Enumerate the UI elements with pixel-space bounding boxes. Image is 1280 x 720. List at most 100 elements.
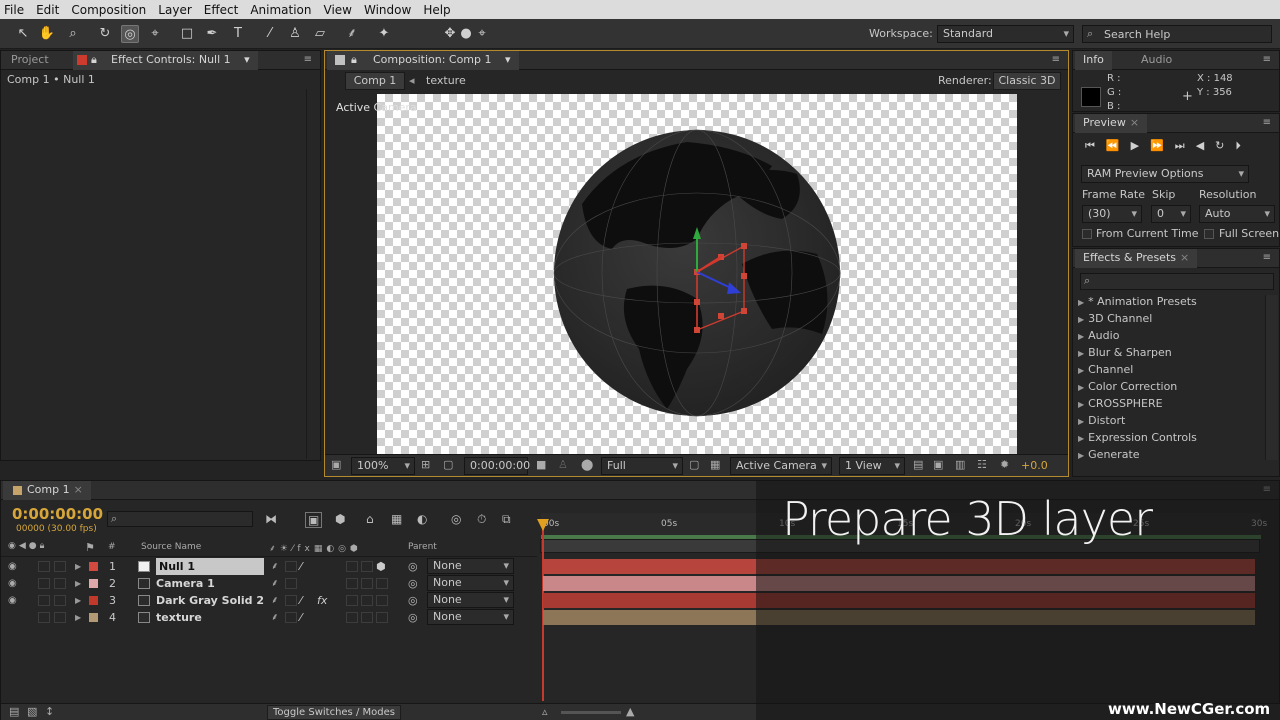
zoom-in-icon[interactable]: ▲	[626, 705, 634, 718]
lock-icon[interactable]: 🔒︎	[91, 51, 97, 69]
motion-blur-icon[interactable]: ◐	[417, 512, 427, 526]
pickwhip-icon[interactable]: ◎	[408, 575, 418, 592]
mute-audio-icon[interactable]: ◀	[1196, 139, 1215, 152]
graph-editor-icon[interactable]: ⧉	[502, 512, 511, 527]
tab-project[interactable]: Project	[3, 51, 57, 70]
lock-switch[interactable]	[54, 612, 66, 623]
panel-menu-icon[interactable]: ≡	[1263, 252, 1271, 263]
effects-item[interactable]: ▶ Expression Controls	[1078, 431, 1197, 444]
rotate-tool-icon[interactable]: ↻	[96, 25, 114, 43]
chevron-down-icon[interactable]: ▾	[505, 53, 511, 66]
transparency-grid-icon[interactable]: ▦	[710, 458, 720, 471]
effects-item[interactable]: ▶ Audio	[1078, 329, 1119, 342]
rectangle-tool-icon[interactable]: □	[178, 25, 196, 43]
pickwhip-icon[interactable]: ◎	[408, 609, 418, 626]
play-icon[interactable]: ▶	[1131, 139, 1150, 152]
selection-tool-icon[interactable]: ↖	[14, 25, 32, 43]
eye-icon[interactable]: ◉	[8, 558, 17, 575]
from-current-time-checkbox[interactable]	[1082, 229, 1092, 239]
adjustment-switch[interactable]	[361, 578, 373, 589]
hand-tool-icon[interactable]: ✋	[38, 25, 56, 43]
timeline-timecode[interactable]: 0:00:00:00	[12, 505, 103, 523]
solo-switch[interactable]	[38, 595, 50, 606]
loop-icon[interactable]: ↻	[1215, 139, 1235, 152]
color-channel-icon[interactable]: ⬤	[581, 458, 593, 471]
tab-composition[interactable]: 🔒︎ Composition: Comp 1 ▾	[327, 51, 519, 70]
layer-row[interactable]: ▶ 4 texture ⸙ ⁄ ◎ None	[1, 609, 537, 626]
current-time-field[interactable]: 0:00:00:00	[464, 457, 530, 475]
chevron-down-icon[interactable]: ▾	[244, 53, 250, 66]
quality-switch-icon[interactable]: ⁄	[300, 558, 302, 575]
close-icon[interactable]: ×	[1130, 116, 1139, 129]
effects-item[interactable]: ▶ Generate	[1078, 448, 1140, 461]
shy-layers-icon[interactable]: ⌂	[366, 512, 374, 526]
tab-comp1[interactable]: Comp 1 ×	[3, 481, 91, 500]
next-frame-icon[interactable]: ⏩	[1150, 139, 1175, 152]
previous-frame-icon[interactable]: ⏪	[1106, 139, 1131, 152]
comp-mini-flowchart-icon[interactable]: ⧓	[265, 512, 277, 526]
first-frame-icon[interactable]: ⏮	[1085, 139, 1106, 152]
resolution-select[interactable]: Auto	[1199, 205, 1275, 223]
view-axis-icon[interactable]: ⌖	[473, 25, 491, 43]
pen-tool-icon[interactable]: ✒	[203, 25, 221, 43]
menu-layer[interactable]: Layer	[154, 3, 195, 17]
shy-switch-icon[interactable]: ⸙	[271, 609, 279, 626]
frame-rate-select[interactable]: (30)	[1082, 205, 1142, 223]
show-snapshot-icon[interactable]: ♙	[558, 458, 568, 471]
mask-visibility-icon[interactable]: ▢	[443, 458, 453, 471]
layer-row[interactable]: ◉ ▶ 1 Null 1 ⸙ ⁄ ⬢ ◎ None	[1, 558, 537, 575]
modes-pane-icon[interactable]: ▧	[27, 705, 37, 718]
panel-menu-icon[interactable]: ≡	[1263, 117, 1271, 128]
eraser-tool-icon[interactable]: ▱	[311, 25, 329, 43]
layer-name[interactable]: Camera 1	[156, 575, 215, 592]
label-color-swatch[interactable]	[89, 613, 98, 622]
exposure-reset-icon[interactable]: ✹	[1000, 458, 1009, 471]
parent-select[interactable]: None	[427, 575, 514, 591]
last-frame-icon[interactable]: ⏭	[1175, 139, 1196, 152]
type-tool-icon[interactable]: T	[229, 25, 247, 43]
adjustment-switch[interactable]	[361, 612, 373, 623]
ram-preview-icon[interactable]: ⏵	[1235, 139, 1252, 152]
panel-menu-icon[interactable]: ≡	[1052, 54, 1060, 65]
eye-icon[interactable]: ◉	[8, 575, 17, 592]
layer-row[interactable]: ◉ ▶ 2 Camera 1 ⸙ ◎ None	[1, 575, 537, 592]
expand-triangle-icon[interactable]: ▶	[75, 592, 81, 609]
label-color-swatch[interactable]	[89, 596, 98, 605]
menu-effect[interactable]: Effect	[200, 3, 243, 17]
frame-blending-icon[interactable]: ▦	[391, 512, 402, 526]
effects-search-input[interactable]: ⌕	[1080, 273, 1274, 290]
live-update-icon[interactable]: ▣	[305, 512, 323, 528]
renderer-button[interactable]: Classic 3D	[993, 72, 1061, 90]
effects-item[interactable]: ▶ Color Correction	[1078, 380, 1177, 393]
3d-layer-switch-icon[interactable]: ⬢	[376, 558, 386, 575]
3d-layer-switch[interactable]	[376, 595, 388, 606]
menu-file[interactable]: File	[0, 3, 28, 17]
lock-switch[interactable]	[54, 578, 66, 589]
menu-animation[interactable]: Animation	[246, 3, 315, 17]
pickwhip-icon[interactable]: ◎	[408, 592, 418, 609]
solo-switch[interactable]	[38, 561, 50, 572]
motion-blur-switch[interactable]	[346, 612, 358, 623]
collapse-switch[interactable]	[285, 561, 297, 572]
tab-audio[interactable]: Audio	[1133, 51, 1180, 70]
3d-layer-switch[interactable]	[376, 612, 388, 623]
menu-window[interactable]: Window	[360, 3, 415, 17]
tab-effects-presets[interactable]: Effects & Presets ×	[1075, 249, 1198, 268]
timeline-icon[interactable]: ▥	[955, 458, 965, 471]
auto-keyframe-icon[interactable]: ⏱	[477, 512, 486, 527]
eye-icon[interactable]: ◉	[8, 592, 17, 609]
effects-item[interactable]: ▶ Blur & Sharpen	[1078, 346, 1172, 359]
brainstorm-icon[interactable]: ◎	[451, 512, 461, 526]
draft-3d-icon[interactable]: ⬢	[335, 512, 345, 526]
parent-select[interactable]: None	[427, 558, 514, 574]
comp-nav-texture[interactable]: texture	[426, 74, 466, 87]
effects-item[interactable]: ▶ CROSSPHERE	[1078, 397, 1163, 410]
view-layout-select[interactable]: 1 View	[839, 457, 905, 475]
expand-triangle-icon[interactable]: ▶	[75, 609, 81, 626]
shy-switch-icon[interactable]: ⸙	[271, 558, 279, 575]
exposure-value[interactable]: +0.0	[1021, 459, 1048, 472]
effects-item[interactable]: ▶ Channel	[1078, 363, 1133, 376]
region-of-interest-icon[interactable]: ▢	[689, 458, 699, 471]
collapse-switch[interactable]	[285, 612, 297, 623]
label-color-swatch[interactable]	[89, 562, 98, 571]
